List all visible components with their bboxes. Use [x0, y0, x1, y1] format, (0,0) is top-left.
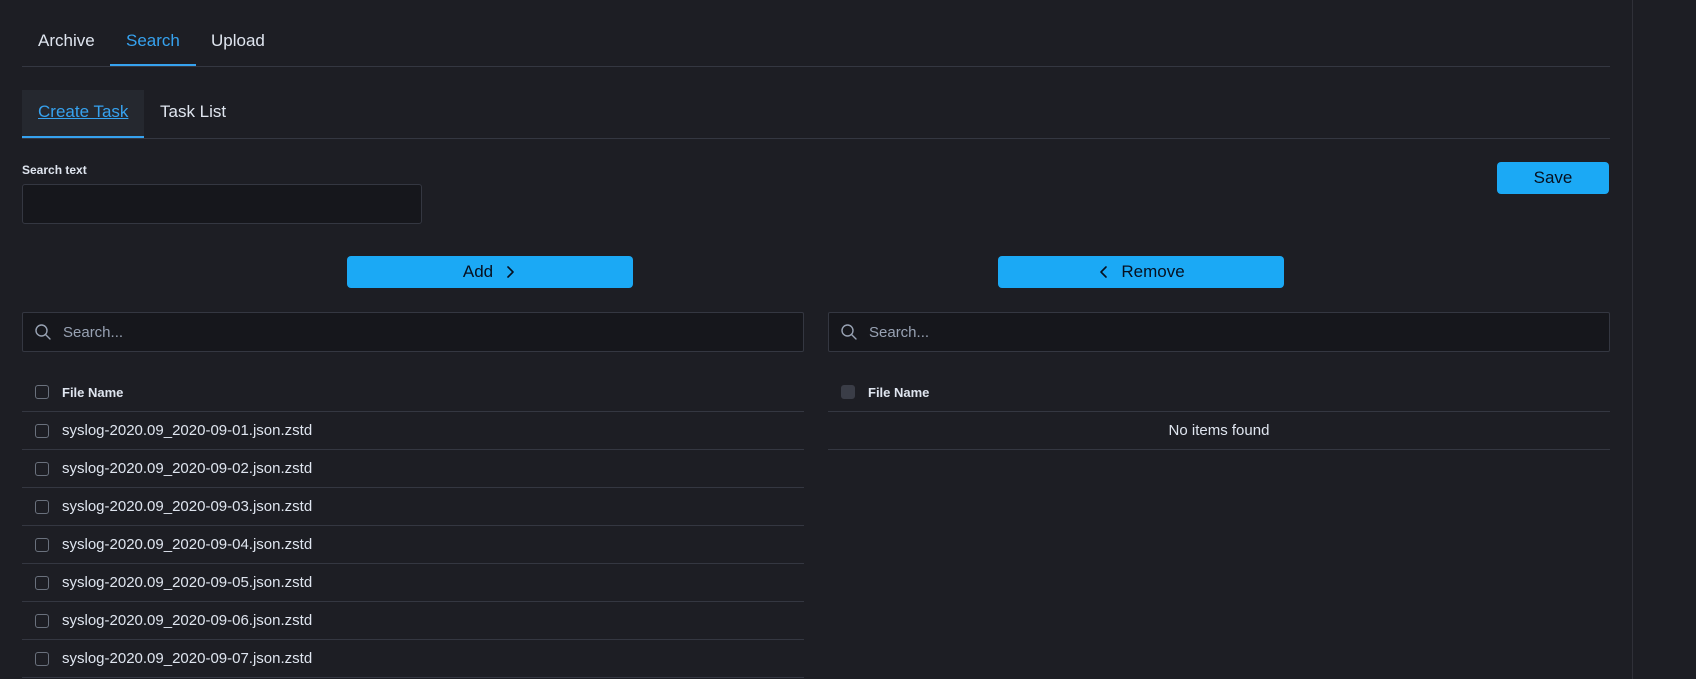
tab-task-list[interactable]: Task List	[144, 90, 242, 138]
row-checkbox-wrapper	[22, 461, 62, 476]
table-row[interactable]: syslog-2020.09_2020-09-05.json.zstd	[22, 564, 804, 602]
right-panel-divider	[1632, 0, 1633, 679]
column-header-file-name: File Name	[62, 384, 124, 400]
file-name-cell: syslog-2020.09_2020-09-01.json.zstd	[62, 422, 313, 439]
row-checkbox[interactable]	[35, 499, 49, 514]
tab-create-task[interactable]: Create Task	[22, 90, 145, 138]
selected-files-search-input[interactable]	[869, 314, 1609, 350]
table-row[interactable]: syslog-2020.09_2020-09-02.json.zstd	[22, 450, 804, 488]
file-name-cell: syslog-2020.09_2020-09-07.json.zstd	[62, 650, 313, 667]
available-files-search	[22, 312, 804, 352]
remove-button-label: Remove	[1121, 262, 1185, 281]
add-button-label: Add	[462, 262, 494, 281]
empty-message: No items found	[828, 412, 1610, 450]
tab-archive[interactable]: Archive	[22, 22, 111, 66]
select-all-wrapper	[22, 385, 62, 399]
available-files-table: File Name syslog-2020.09_2020-09-01.json…	[22, 373, 804, 678]
save-button[interactable]: Save	[1497, 162, 1609, 194]
row-checkbox-wrapper	[22, 499, 62, 514]
row-checkbox[interactable]	[35, 651, 49, 666]
sub-tabs: Create Task Task List	[22, 90, 1610, 139]
search-text-input[interactable]	[22, 184, 422, 224]
row-checkbox[interactable]	[35, 575, 49, 590]
file-name-cell: syslog-2020.09_2020-09-05.json.zstd	[62, 574, 313, 591]
file-name-cell: syslog-2020.09_2020-09-04.json.zstd	[62, 536, 313, 553]
table-row[interactable]: syslog-2020.09_2020-09-01.json.zstd	[22, 412, 804, 450]
column-header-file-name: File Name	[868, 384, 930, 400]
row-checkbox-wrapper	[22, 613, 62, 628]
selected-files-search	[828, 312, 1610, 352]
row-checkbox[interactable]	[35, 461, 49, 476]
tab-upload[interactable]: Upload	[195, 22, 281, 66]
file-name-cell: syslog-2020.09_2020-09-02.json.zstd	[62, 460, 313, 477]
select-all-checkbox-disabled	[841, 385, 855, 399]
top-tabs: Archive Search Upload	[22, 22, 1610, 67]
row-checkbox-wrapper	[22, 423, 62, 438]
available-files-search-input[interactable]	[63, 314, 803, 350]
add-button[interactable]: Add	[347, 256, 633, 288]
table-row[interactable]: syslog-2020.09_2020-09-03.json.zstd	[22, 488, 804, 526]
file-name-cell: syslog-2020.09_2020-09-06.json.zstd	[62, 612, 313, 629]
row-checkbox-wrapper	[22, 651, 62, 666]
select-all-checkbox[interactable]	[35, 385, 49, 399]
search-icon	[23, 313, 63, 351]
search-icon	[829, 313, 869, 351]
row-checkbox-wrapper	[22, 537, 62, 552]
file-name-cell: syslog-2020.09_2020-09-03.json.zstd	[62, 498, 313, 515]
table-header: File Name	[22, 373, 804, 412]
row-checkbox[interactable]	[35, 537, 49, 552]
row-checkbox[interactable]	[35, 423, 49, 438]
table-row[interactable]: syslog-2020.09_2020-09-07.json.zstd	[22, 640, 804, 678]
select-all-wrapper	[828, 385, 868, 399]
selected-files-table: File Name No items found	[828, 373, 1610, 450]
table-row[interactable]: syslog-2020.09_2020-09-04.json.zstd	[22, 526, 804, 564]
search-text-label: Search text	[22, 163, 87, 177]
row-checkbox-wrapper	[22, 575, 62, 590]
save-button-label: Save	[1533, 168, 1573, 187]
table-row[interactable]: syslog-2020.09_2020-09-06.json.zstd	[22, 602, 804, 640]
row-checkbox[interactable]	[35, 613, 49, 628]
table-header: File Name	[828, 373, 1610, 412]
chevron-left-icon	[1100, 266, 1108, 278]
remove-button[interactable]: Remove	[998, 256, 1284, 288]
chevron-right-icon	[507, 266, 514, 278]
tab-search[interactable]: Search	[110, 22, 196, 66]
